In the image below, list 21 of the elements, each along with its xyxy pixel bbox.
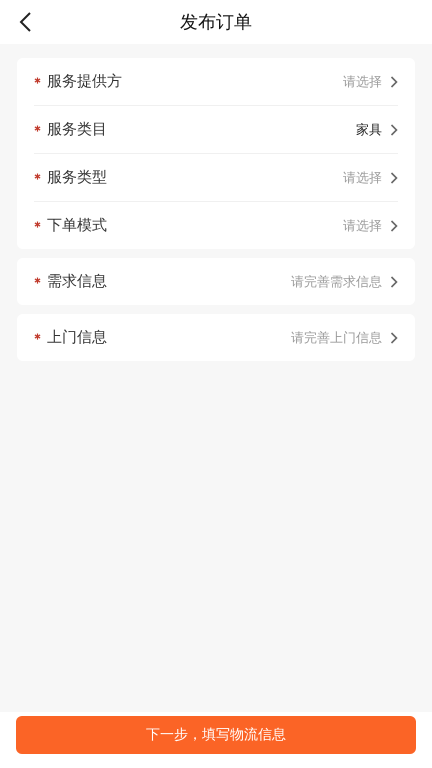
chevron-right-icon[interactable] bbox=[390, 124, 398, 136]
back-icon[interactable] bbox=[18, 11, 32, 33]
field-label: 服务类型 bbox=[47, 168, 108, 187]
chevron-right-icon[interactable] bbox=[390, 172, 398, 184]
field-label: 下单模式 bbox=[47, 216, 108, 235]
chevron-right-icon[interactable] bbox=[390, 76, 398, 88]
chevron-right-icon[interactable] bbox=[390, 276, 398, 288]
field-value[interactable]: 家具 bbox=[356, 120, 382, 138]
placeholder-text[interactable]: 请完善需求信息 bbox=[291, 272, 382, 290]
page-title: 发布订单 bbox=[180, 11, 252, 34]
chevron-right-icon[interactable] bbox=[390, 332, 398, 344]
next-step-button[interactable]: 下一步，填写物流信息 bbox=[16, 716, 416, 754]
placeholder-text[interactable]: 请完善上门信息 bbox=[291, 328, 382, 346]
field-label: 服务提供方 bbox=[47, 72, 123, 91]
placeholder-text[interactable]: 请选择 bbox=[343, 168, 382, 186]
placeholder-text[interactable]: 请选择 bbox=[343, 72, 382, 90]
chevron-right-icon[interactable] bbox=[390, 220, 398, 232]
placeholder-text[interactable]: 请选择 bbox=[343, 216, 382, 234]
field-label: 需求信息 bbox=[47, 272, 108, 291]
field-label: 上门信息 bbox=[47, 328, 108, 347]
field-label: 服务类目 bbox=[47, 120, 108, 139]
